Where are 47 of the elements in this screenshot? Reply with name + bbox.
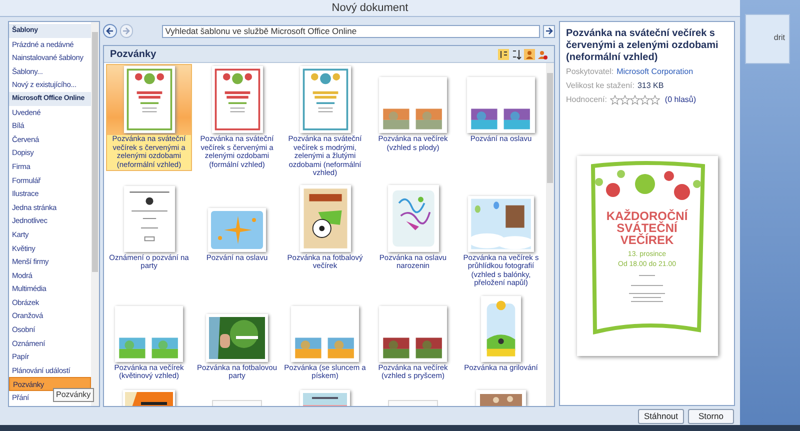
- template-title: Pozvánka na sváteční večírek s červenými a zelenými ozdobami (neformální vzhled): [566, 28, 720, 64]
- window-title: Nový dokument: [332, 0, 408, 16]
- dialog-button[interactable]: Storno: [688, 408, 734, 424]
- field-label: Hodnocení:: [566, 94, 607, 106]
- field-label: Poskytovatel:: [566, 66, 614, 78]
- preview-heading: VEČÍREK: [620, 234, 674, 246]
- star-icon: [620, 95, 630, 105]
- scrollbar[interactable]: [546, 63, 554, 406]
- field-value: 313 KB: [637, 80, 664, 92]
- template-thumbnail: [300, 66, 350, 133]
- sidebar-tooltip: Pozvánky: [53, 388, 94, 402]
- sort-icon[interactable]: [498, 48, 509, 60]
- back-arrow-icon: [106, 27, 114, 35]
- template-thumbnail: [208, 208, 266, 252]
- template-thumbnail: [212, 66, 262, 133]
- template-thumbnail: [300, 184, 350, 252]
- template-thumbnail: [388, 184, 438, 252]
- search-field[interactable]: Vyhledat šablonu ve službě Microsoft Office Online: [162, 24, 540, 38]
- preview-heading: SVÁTEČNÍ: [616, 222, 678, 234]
- template-thumbnail: [468, 196, 534, 252]
- template-thumbnail: [124, 186, 174, 252]
- star-icon: [650, 95, 660, 105]
- template-thumbnail: [379, 306, 447, 362]
- scrollbar[interactable]: [91, 22, 99, 406]
- gallery-title: Pozvánky: [110, 48, 156, 62]
- search-button[interactable]: [543, 24, 555, 38]
- votes-link[interactable]: (0 hlasů): [664, 94, 696, 106]
- template-thumbnail: [481, 296, 521, 362]
- field-label: Velikost ke stažení:: [566, 80, 634, 92]
- template-thumbnail: [124, 66, 174, 133]
- sort-alphabet-icon[interactable]: [511, 48, 522, 60]
- star-icon: [610, 95, 620, 105]
- ribbon-text: drit: [774, 32, 785, 44]
- template-thumbnail: [379, 77, 447, 133]
- template-thumbnail: [206, 314, 268, 362]
- go-arrow-icon: [545, 27, 554, 35]
- back-button[interactable]: [103, 24, 117, 38]
- star-icon: [630, 95, 640, 105]
- template-thumbnail: [115, 306, 183, 362]
- template-thumbnail: [467, 77, 535, 133]
- dialog-button[interactable]: Stáhnout: [638, 408, 684, 424]
- person-remove-icon[interactable]: [537, 48, 548, 60]
- template-thumbnail: [291, 306, 359, 362]
- forward-arrow-icon: [122, 27, 130, 35]
- preview-heading: KAŽDOROČNÍ: [606, 210, 688, 222]
- star-icon: [640, 95, 650, 105]
- field-link[interactable]: Microsoft Corporation: [616, 66, 694, 78]
